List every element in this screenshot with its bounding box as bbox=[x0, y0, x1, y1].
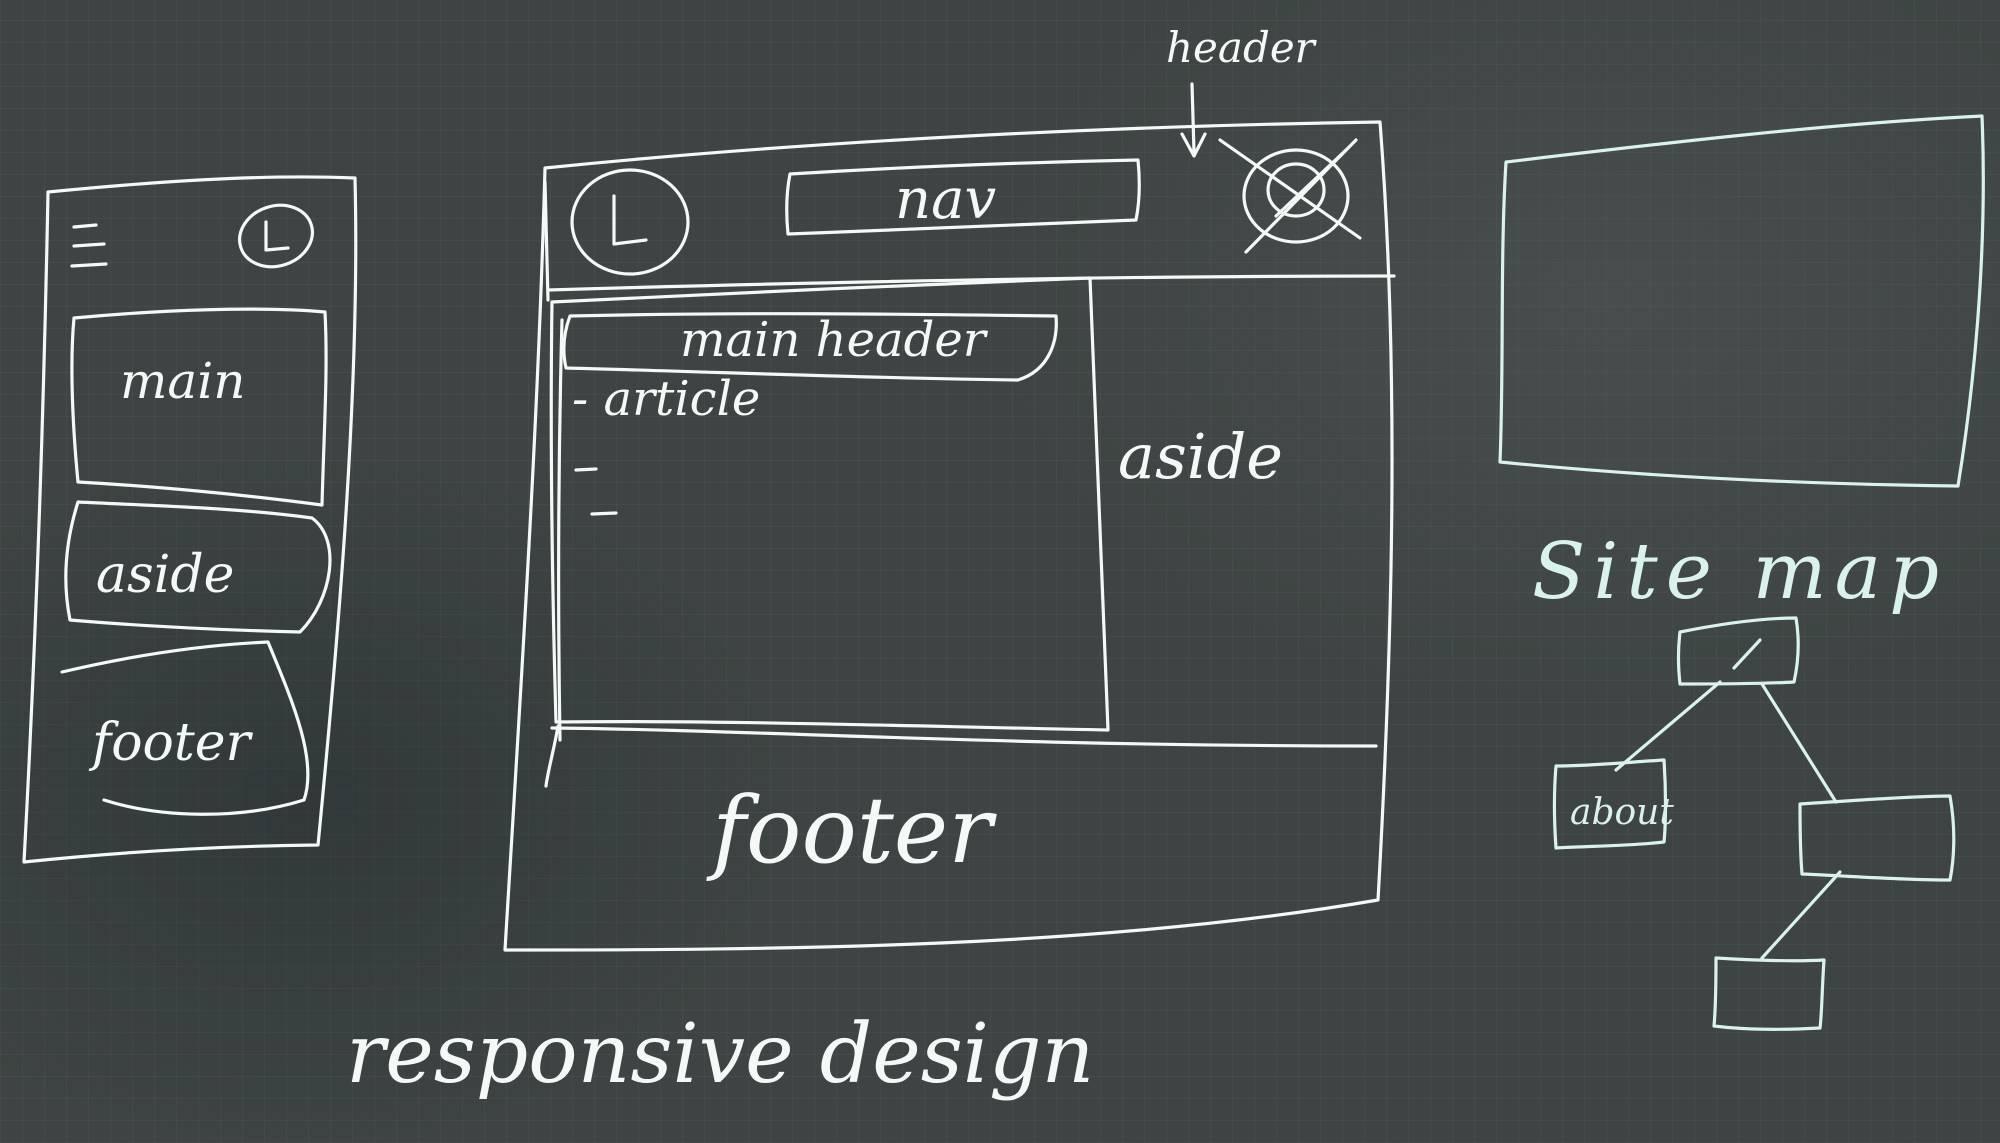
sitemap-right-node bbox=[1798, 794, 1956, 882]
mobile-wireframe: main aside footer bbox=[22, 175, 358, 864]
footer-left-edge bbox=[544, 724, 560, 788]
mobile-main-label: main bbox=[120, 352, 245, 410]
list-dash-1 bbox=[574, 467, 598, 472]
nav-label: nav bbox=[895, 167, 996, 232]
caption-text: responsive design bbox=[346, 1007, 1094, 1102]
whiteboard: main aside footer header nav main header… bbox=[0, 0, 2000, 1143]
footer-label: footer bbox=[706, 777, 997, 884]
sitemap-root-node bbox=[1676, 616, 1800, 686]
sitemap-canvas-box bbox=[1498, 114, 1985, 488]
main-region-inner-edge bbox=[557, 318, 564, 742]
footer-top-line bbox=[550, 726, 1378, 748]
list-dash-2 bbox=[590, 511, 618, 516]
sitemap-edge-child bbox=[1760, 870, 1842, 960]
sitemap-root-slash bbox=[1732, 638, 1762, 670]
aside-label: aside bbox=[1118, 420, 1283, 493]
sitemap-title: Site map bbox=[1532, 527, 1947, 617]
hamburger-icon bbox=[70, 223, 108, 268]
sitemap-about-label: about bbox=[1570, 792, 1674, 833]
diagram-canvas: main aside footer header nav main header… bbox=[22, 23, 1985, 1102]
header-annotation: header bbox=[1166, 23, 1318, 72]
sitemap-area: Site map about bbox=[1498, 114, 1985, 1031]
sitemap-edge-about bbox=[1614, 680, 1722, 772]
header-arrow bbox=[1180, 82, 1207, 158]
sitemap-child-node bbox=[1712, 956, 1826, 1031]
mobile-aside-label: aside bbox=[96, 545, 234, 605]
sitemap-edge-right bbox=[1760, 682, 1838, 804]
desktop-wireframe: header nav main header - article aside f bbox=[503, 23, 1396, 952]
mobile-footer-label: footer bbox=[88, 713, 254, 773]
crossed-out-icon bbox=[1218, 138, 1362, 254]
sitemap-tree: about bbox=[1552, 616, 1956, 1031]
header-left-tick bbox=[543, 180, 550, 302]
mobile-logo-icon bbox=[238, 203, 314, 269]
article-label: - article bbox=[572, 371, 760, 427]
desktop-logo-icon bbox=[570, 168, 690, 276]
main-header-label: main header bbox=[680, 312, 989, 368]
